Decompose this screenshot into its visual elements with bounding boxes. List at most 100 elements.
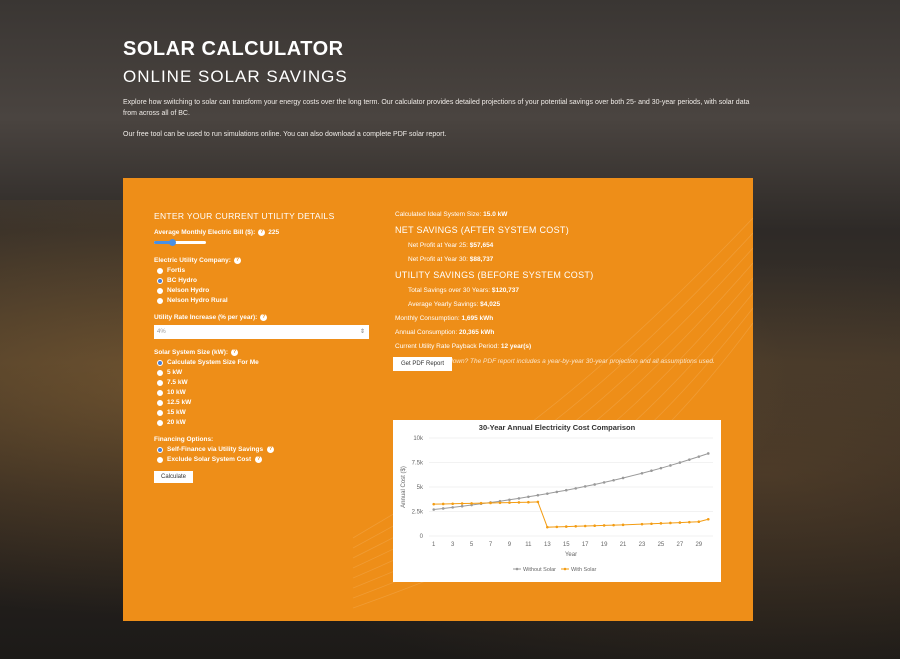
data-point	[517, 497, 521, 500]
utility-radio-group: Fortis BC Hydro Nelson Hydro Nelson Hydr…	[154, 267, 374, 304]
help-icon[interactable]: ?	[233, 257, 241, 264]
payback-value: 12 year(s)	[500, 343, 532, 350]
data-point	[612, 523, 615, 527]
radio-icon[interactable]	[157, 379, 163, 386]
data-point	[593, 524, 596, 528]
data-point	[697, 455, 701, 458]
radio-selected-icon[interactable]	[157, 446, 163, 453]
legend-marker	[563, 567, 567, 571]
rate-label: Utility Rate Increase (% per year): ?	[154, 314, 374, 321]
size-option-auto[interactable]: Calculate System Size For Me	[157, 359, 374, 366]
bill-label: Average Monthly Electric Bill ($): ? 225	[154, 229, 374, 236]
help-icon[interactable]: ?	[260, 314, 268, 321]
size-option-label: 7.5 kW	[167, 379, 188, 386]
data-point	[602, 524, 606, 527]
profit-30-value: $88,737	[469, 256, 494, 263]
calculate-button[interactable]: Calculate	[154, 471, 194, 483]
x-tick-label: 21	[620, 542, 627, 548]
data-point	[640, 522, 644, 526]
data-point	[498, 501, 502, 505]
help-icon[interactable]: ?	[267, 446, 275, 453]
radio-icon[interactable]	[157, 267, 163, 274]
data-point	[536, 493, 540, 497]
y-tick-label: 0	[420, 534, 424, 540]
data-point	[517, 501, 521, 504]
utility-option-nelson-hydro[interactable]: Nelson Hydro	[157, 287, 374, 294]
rate-input[interactable]: 4% ⇕	[154, 325, 369, 339]
calculator-panel: ENTER YOUR CURRENT UTILITY DETAILS Avera…	[123, 178, 753, 621]
size-option-5kw[interactable]: 5 kW	[157, 369, 374, 376]
bill-slider-handle[interactable]	[168, 239, 176, 246]
help-icon[interactable]: ?	[258, 229, 266, 236]
radio-icon[interactable]	[157, 287, 163, 294]
utility-option-label: Fortis	[167, 267, 186, 274]
size-option-12-5kw[interactable]: 12.5 kW	[157, 399, 374, 406]
profit-25-value: $57,654	[469, 242, 494, 249]
x-tick-label: 1	[432, 542, 436, 548]
data-point	[508, 501, 511, 504]
utility-option-fortis[interactable]: Fortis	[157, 267, 374, 274]
radio-icon[interactable]	[157, 369, 163, 376]
help-icon[interactable]: ?	[255, 456, 263, 463]
chart-title: 30-Year Annual Electricity Cost Comparis…	[479, 423, 636, 432]
radio-icon[interactable]	[157, 456, 163, 463]
data-point	[546, 492, 549, 495]
financing-option-self-finance[interactable]: Self-Finance via Utility Savings?	[157, 446, 374, 453]
data-point	[688, 520, 691, 524]
profit-30-row: Net Profit at Year 30: $88,737	[408, 256, 725, 263]
utility-option-nelson-hydro-rural[interactable]: Nelson Hydro Rural	[157, 297, 374, 304]
data-point	[527, 495, 530, 499]
size-option-label: Calculate System Size For Me	[167, 359, 259, 366]
data-point	[678, 521, 682, 524]
financing-label: Financing Options:	[154, 436, 214, 443]
yearly-savings-row: Average Yearly Savings: $4,025	[408, 301, 725, 308]
data-point	[508, 498, 511, 502]
profit-30-label: Net Profit at Year 30:	[408, 256, 468, 263]
size-option-15kw[interactable]: 15 kW	[157, 409, 374, 416]
page-title: SOLAR CALCULATOR	[123, 38, 344, 60]
size-option-7-5kw[interactable]: 7.5 kW	[157, 379, 374, 386]
radio-icon[interactable]	[157, 389, 163, 396]
legend-marker	[515, 567, 519, 571]
y-tick-label: 2.5k	[412, 510, 424, 516]
x-tick-label: 11	[525, 542, 532, 548]
cost-comparison-chart: 30-Year Annual Electricity Cost Comparis…	[393, 420, 721, 582]
total-savings-label: Total Savings over 30 Years:	[408, 287, 491, 294]
ideal-size-row: Calculated Ideal System Size: 15.0 kW	[395, 211, 725, 218]
monthly-consumption-label: Monthly Consumption:	[395, 315, 460, 322]
x-axis-label: Year	[565, 552, 577, 558]
y-axis-label: Annual Cost ($)	[401, 466, 407, 508]
size-option-label: 12.5 kW	[167, 399, 192, 406]
x-tick-label: 17	[582, 542, 589, 548]
radio-selected-icon[interactable]	[157, 359, 163, 366]
financing-option-exclude-cost[interactable]: Exclude Solar System Cost?	[157, 456, 374, 463]
data-point	[441, 502, 445, 506]
x-tick-label: 27	[677, 542, 684, 548]
data-point	[546, 525, 549, 529]
radio-icon[interactable]	[157, 297, 163, 304]
profit-25-label: Net Profit at Year 25:	[408, 242, 468, 249]
size-option-20kw[interactable]: 20 kW	[157, 419, 374, 426]
financing-option-label: Exclude Solar System Cost	[167, 456, 252, 463]
data-point	[650, 469, 653, 473]
radio-icon[interactable]	[157, 399, 163, 406]
payback-label: Current Utility Rate Payback Period:	[395, 343, 500, 350]
x-tick-label: 23	[639, 542, 646, 548]
bill-slider[interactable]	[154, 239, 206, 246]
legend-label: Without Solar	[523, 567, 556, 573]
help-icon[interactable]: ?	[231, 349, 239, 356]
data-point	[432, 502, 436, 506]
utility-option-bc-hydro[interactable]: BC Hydro	[157, 277, 374, 284]
legend-label: With Solar	[571, 567, 597, 573]
radio-selected-icon[interactable]	[157, 277, 163, 284]
chart-svg: 30-Year Annual Electricity Cost Comparis…	[401, 423, 713, 573]
spinner-icon[interactable]: ⇕	[360, 325, 365, 339]
get-pdf-report-button[interactable]: Get PDF Report	[393, 357, 453, 371]
radio-icon[interactable]	[157, 419, 163, 426]
data-point	[706, 452, 710, 455]
radio-icon[interactable]	[157, 409, 163, 416]
size-label-text: Solar System Size (kW):	[154, 349, 229, 356]
x-tick-label: 7	[489, 542, 493, 548]
monthly-consumption-value: 1,695 kWh	[461, 315, 494, 322]
size-option-10kw[interactable]: 10 kW	[157, 389, 374, 396]
